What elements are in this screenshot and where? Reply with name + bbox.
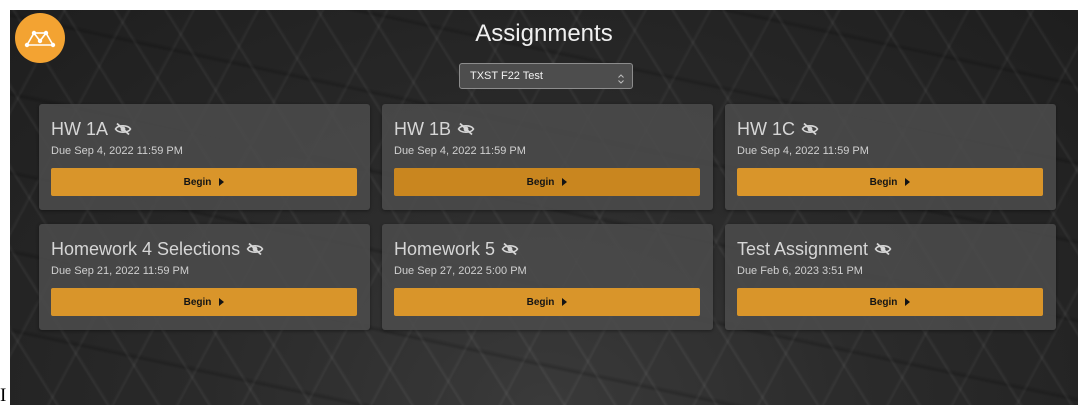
begin-button[interactable]: Begin: [394, 288, 700, 316]
assignment-title-text: HW 1A: [51, 119, 109, 139]
stray-text: I: [0, 385, 7, 406]
caret-right-icon: [219, 298, 225, 306]
begin-button-label: Begin: [183, 296, 212, 308]
assignment-card: Test Assignment Due Feb 6, 2023 3:51 PM …: [725, 224, 1056, 330]
assignment-due-date: Due Sep 27, 2022 5:00 PM: [394, 265, 527, 277]
eye-slash-icon: [457, 122, 475, 136]
begin-button[interactable]: Begin: [51, 288, 357, 316]
begin-button-label: Begin: [183, 176, 212, 188]
assignment-card: Homework 4 Selections Due Sep 21, 2022 1…: [39, 224, 370, 330]
eye-slash-icon: [501, 242, 519, 256]
assignment-title-text: Homework 4 Selections: [51, 239, 241, 259]
caret-right-icon: [905, 178, 911, 186]
begin-button-label: Begin: [526, 296, 555, 308]
begin-button[interactable]: Begin: [737, 288, 1043, 316]
course-select[interactable]: TXST F22 Test: [459, 63, 633, 89]
begin-button-label: Begin: [526, 176, 555, 188]
caret-right-icon: [905, 298, 911, 306]
assignment-card: HW 1C Due Sep 4, 2022 11:59 PM Begin: [725, 104, 1056, 210]
assignment-card: Homework 5 Due Sep 27, 2022 5:00 PM Begi…: [382, 224, 713, 330]
assignment-due-date: Due Sep 21, 2022 11:59 PM: [51, 265, 190, 277]
caret-right-icon: [562, 178, 568, 186]
begin-button[interactable]: Begin: [737, 168, 1043, 196]
course-select-value: TXST F22 Test: [470, 70, 543, 82]
assignment-title-text: HW 1B: [394, 119, 452, 139]
page-title: Assignments: [475, 20, 613, 47]
assignment-due-date: Due Sep 4, 2022 11:59 PM: [737, 145, 869, 157]
begin-button-label: Begin: [869, 176, 898, 188]
eye-slash-icon: [114, 122, 132, 136]
assignment-title: Homework 4 Selections: [51, 237, 264, 261]
assignment-due-date: Due Sep 4, 2022 11:59 PM: [51, 145, 183, 157]
assignment-card: HW 1B Due Sep 4, 2022 11:59 PM Begin: [382, 104, 713, 210]
assignment-due-date: Due Sep 4, 2022 11:59 PM: [394, 145, 526, 157]
assignment-title: HW 1A: [51, 117, 132, 141]
begin-button-label: Begin: [869, 296, 898, 308]
assignment-title: Test Assignment: [737, 237, 892, 261]
caret-right-icon: [219, 178, 225, 186]
assignment-due-date: Due Feb 6, 2023 3:51 PM: [737, 265, 863, 277]
eye-slash-icon: [874, 242, 892, 256]
begin-button[interactable]: Begin: [51, 168, 357, 196]
assignment-title-text: Homework 5: [394, 239, 496, 259]
eye-slash-icon: [246, 242, 264, 256]
assignment-title: HW 1C: [737, 117, 819, 141]
assignment-title-text: HW 1C: [737, 119, 795, 139]
begin-button[interactable]: Begin: [394, 168, 700, 196]
assignment-title-text: Test Assignment: [737, 239, 869, 259]
assignment-title: HW 1B: [394, 117, 475, 141]
eye-slash-icon: [801, 122, 819, 136]
caret-right-icon: [562, 298, 568, 306]
assignments-app: Assignments TXST F22 Test HW 1A Due Sep …: [10, 10, 1078, 405]
assignment-card: HW 1A Due Sep 4, 2022 11:59 PM Begin: [39, 104, 370, 210]
chevron-updown-icon: [617, 70, 625, 94]
assignment-title: Homework 5: [394, 237, 519, 261]
